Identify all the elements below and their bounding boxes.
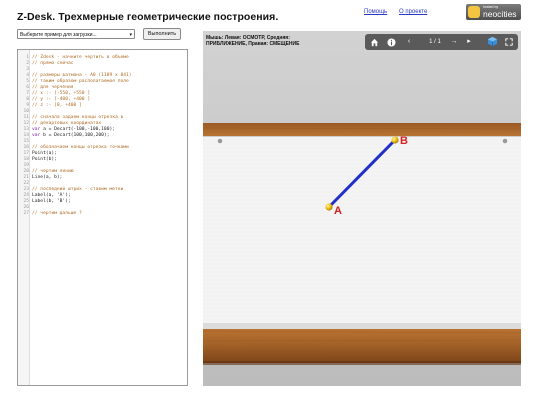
code-text: Label(a, 'A'); (32, 192, 71, 198)
page-counter: 1 / 1 (429, 39, 441, 45)
line-number: 10 (23, 108, 29, 114)
line-number: 9 (26, 102, 29, 108)
chevron-down-icon: ▾ (129, 32, 132, 38)
code-text: var a = Decart(-100,-100,100); (32, 126, 115, 132)
line-number: 6 (26, 84, 29, 90)
code-line[interactable]: 27// чертим дальше ? (18, 210, 187, 216)
line-number: 2 (26, 60, 29, 66)
about-link[interactable]: О проекте (399, 9, 427, 15)
line-number: 16 (23, 144, 29, 150)
pin-icon (502, 138, 508, 144)
code-text: // прямо сейчас (32, 60, 74, 66)
next-icon[interactable]: → (449, 34, 459, 50)
viewer-toolbar: ‹ 1 / 1 → ▸ (365, 34, 518, 50)
line-number: 17 (23, 150, 29, 156)
example-select-value: Выберите пример для загрузки... (20, 32, 97, 38)
line-number: 12 (23, 120, 29, 126)
point-a (325, 203, 333, 211)
mouse-hint: Мышь: Левая: ОСМОТР, Средняя: ПРИБЛИЖЕНИ… (206, 35, 299, 47)
line-number: 24 (23, 192, 29, 198)
home-icon[interactable] (368, 34, 380, 50)
line-number: 13 (23, 126, 29, 132)
play-icon[interactable]: ▸ (464, 34, 474, 50)
line-number: 20 (23, 168, 29, 174)
logo-big-text: neocities (483, 8, 517, 19)
line-number: 27 (23, 210, 29, 216)
code-text: // для черчения (32, 84, 74, 90)
label-a: A (334, 205, 342, 217)
example-select[interactable]: Выберите пример для загрузки... ▾ (17, 29, 135, 39)
line-number: 8 (26, 96, 29, 102)
line-number: 18 (23, 156, 29, 162)
fullscreen-icon[interactable] (503, 34, 515, 50)
page-title: Z-Desk. Трехмерные геометрические постро… (17, 11, 279, 23)
line-number: 14 (23, 132, 29, 138)
line-number: 19 (23, 162, 29, 168)
code-text: Label(b, 'B'); (32, 198, 71, 204)
line-number: 3 (26, 66, 29, 72)
point-b (391, 136, 399, 144)
line-number: 11 (23, 114, 29, 120)
code-text: // последний штрих - ставим метки (32, 186, 124, 192)
code-text: var b = Decart(100,100,200); (32, 132, 110, 138)
line-number: 22 (23, 180, 29, 186)
code-text: // Zdesk - начните чертить в объеме (32, 54, 129, 60)
line-number: 21 (23, 174, 29, 180)
scene-viewport[interactable]: A B Мышь: Левая: ОСМОТР, Средняя: ПРИБЛИ… (203, 31, 521, 386)
board-shadow (203, 361, 521, 365)
help-link[interactable]: Помощь (364, 9, 387, 15)
line-number: 26 (23, 204, 29, 210)
cat-logo-icon (468, 6, 480, 18)
code-text: // размеры ватмана - А0 (1189 х 841) (32, 72, 132, 78)
line-number: 23 (23, 186, 29, 192)
code-text: // чертим линию (32, 168, 74, 174)
line-number: 4 (26, 72, 29, 78)
mouse-hint-line2: ПРИБЛИЖЕНИЕ, Правая: СМЕЩЕНИЕ (206, 41, 300, 47)
pin-icon (217, 138, 223, 144)
3d-cube-icon[interactable] (485, 34, 499, 50)
code-lines: 1// Zdesk - начните чертить в объеме 2// … (18, 54, 187, 216)
code-text: Point(a); (32, 150, 57, 156)
line-number: 25 (23, 198, 29, 204)
code-text: // обозначаем концы отрезка точками (32, 144, 129, 150)
scene-canvas[interactable]: A B (203, 31, 521, 386)
code-text: Point(b); (32, 156, 57, 162)
line-number: 15 (23, 138, 29, 144)
code-text: // y :- [-400, +400 ] (32, 96, 91, 102)
code-editor[interactable]: 1// Zdesk - начните чертить в объеме 2// … (17, 49, 188, 386)
code-text: // таким образом располагаемое поле (32, 78, 129, 84)
label-b: B (400, 135, 408, 147)
code-text: // сначала задаем концы отрезка в (32, 114, 124, 120)
run-button[interactable]: Выполнить (143, 28, 181, 40)
code-text: // x :- [-550, +550 ] (32, 90, 91, 96)
code-text: Line(a, b); (32, 174, 63, 180)
line-number: 1 (26, 54, 29, 60)
line-number: 5 (26, 78, 29, 84)
code-text: // чертим дальше ? (32, 210, 82, 216)
prev-icon[interactable]: ‹ (404, 34, 414, 50)
paper-sheet (203, 137, 521, 327)
line-number: 7 (26, 90, 29, 96)
code-text: // z :- [0, +400 ] (32, 102, 82, 108)
neocities-logo[interactable]: hosted by neocities (466, 4, 521, 20)
board-back-edge (203, 123, 521, 136)
paper-edge (203, 323, 521, 329)
info-icon[interactable] (385, 34, 397, 50)
code-text: // декартовых координатах (32, 120, 102, 126)
